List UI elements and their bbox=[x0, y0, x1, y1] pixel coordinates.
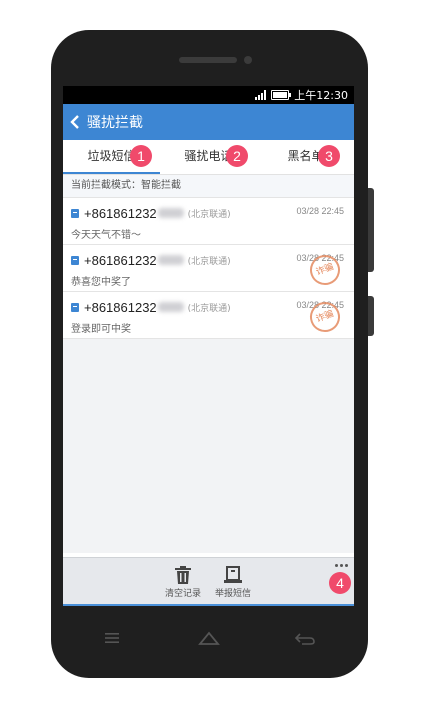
empty-list-area bbox=[63, 339, 354, 553]
message-time: 03/28 22:45 bbox=[296, 206, 344, 216]
signal-icon bbox=[255, 90, 267, 100]
message-preview: 今天天气不错～ bbox=[71, 230, 141, 241]
list-item[interactable]: +861861232 (北京联通) 03/28 22:45 登录即可中奖 诈骗 bbox=[63, 292, 354, 339]
report-icon bbox=[211, 564, 255, 586]
status-time: 上午12:30 bbox=[294, 89, 348, 102]
report-sms-button[interactable]: 举报短信 bbox=[211, 564, 255, 599]
carrier-label: (北京联通) bbox=[187, 256, 231, 267]
back-arrow-icon[interactable] bbox=[69, 114, 81, 130]
home-icon[interactable] bbox=[198, 630, 220, 646]
sender-number: +861861232 bbox=[84, 299, 157, 315]
message-preview: 登录即可中奖 bbox=[71, 324, 131, 335]
redacted-digits bbox=[157, 255, 184, 265]
redacted-digits bbox=[157, 208, 184, 218]
sender-number: +861861232 bbox=[84, 252, 157, 268]
earpiece-speaker bbox=[179, 57, 237, 63]
sms-icon bbox=[71, 208, 79, 218]
screen: 上午12:30 骚扰拦截 垃圾短信 骚扰电话 黑名单 1 2 3 当前拦截模式：… bbox=[63, 86, 354, 606]
callout-badge-4: 4 bbox=[329, 572, 351, 594]
navigation-bar bbox=[51, 626, 368, 656]
sender-number: +861861232 bbox=[84, 205, 157, 221]
callout-badge-3: 3 bbox=[318, 145, 340, 167]
bottom-action-bar: 清空记录 举报短信 4 bbox=[63, 557, 354, 606]
sms-icon bbox=[71, 302, 79, 312]
carrier-label: (北京联通) bbox=[187, 303, 231, 314]
callout-badge-2: 2 bbox=[226, 145, 248, 167]
tab-label: 垃圾短信 bbox=[87, 149, 136, 163]
battery-icon bbox=[271, 90, 292, 100]
intercept-mode-label: 当前拦截模式：智能拦截 bbox=[63, 175, 354, 198]
more-options-icon[interactable] bbox=[335, 564, 348, 567]
trash-icon bbox=[161, 564, 205, 586]
status-bar: 上午12:30 bbox=[63, 86, 354, 104]
callout-badge-1: 1 bbox=[130, 145, 152, 167]
report-sms-label: 举报短信 bbox=[214, 589, 251, 599]
phone-frame: 上午12:30 骚扰拦截 垃圾短信 骚扰电话 黑名单 1 2 3 当前拦截模式：… bbox=[51, 30, 374, 678]
tab-bar: 垃圾短信 骚扰电话 黑名单 1 2 3 bbox=[63, 140, 354, 175]
menu-icon[interactable] bbox=[101, 630, 123, 646]
sms-icon bbox=[71, 255, 79, 265]
list-item[interactable]: +861861232 (北京联通) 03/28 22:45 今天天气不错～ bbox=[63, 198, 354, 245]
carrier-label: (北京联通) bbox=[187, 209, 231, 220]
clear-records-label: 清空记录 bbox=[164, 589, 201, 599]
page-title: 骚扰拦截 bbox=[87, 115, 143, 131]
power-button bbox=[368, 296, 374, 336]
clear-records-button[interactable]: 清空记录 bbox=[161, 564, 205, 599]
back-icon[interactable] bbox=[294, 630, 316, 646]
title-bar: 骚扰拦截 bbox=[63, 104, 354, 140]
message-preview: 恭喜您中奖了 bbox=[71, 277, 131, 288]
redacted-digits bbox=[157, 302, 184, 312]
volume-button bbox=[368, 188, 374, 272]
list-item[interactable]: +861861232 (北京联通) 03/28 22:45 恭喜您中奖了 诈骗 bbox=[63, 245, 354, 292]
bottom-accent-line bbox=[63, 604, 354, 606]
front-camera bbox=[244, 56, 252, 64]
